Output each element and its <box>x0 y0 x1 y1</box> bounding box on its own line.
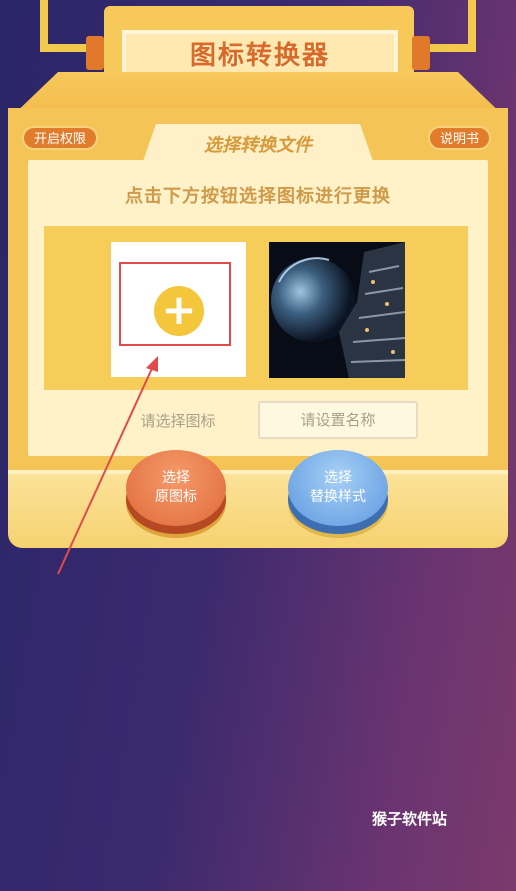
annotation-arrow <box>57 356 158 575</box>
watermark: 猴子软件站 <box>372 810 448 828</box>
